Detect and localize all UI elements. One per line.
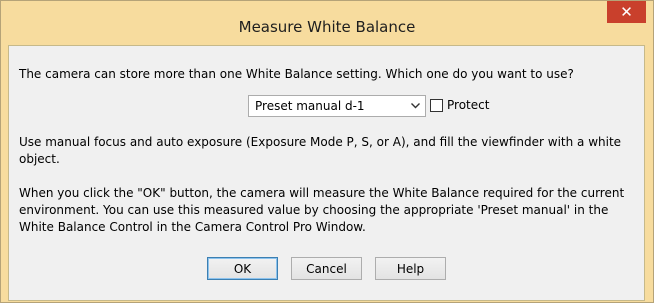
- measure-instructions: When you click the "OK" button, the came…: [19, 186, 625, 234]
- close-icon: ✕: [620, 3, 633, 21]
- protect-label: Protect: [447, 98, 490, 112]
- button-row: OK Cancel Help: [9, 257, 644, 281]
- focus-instructions: Use manual focus and auto exposure (Expo…: [19, 135, 622, 166]
- question-text: The camera can store more than one White…: [19, 67, 574, 81]
- ok-button[interactable]: OK: [207, 257, 278, 280]
- protect-checkbox[interactable]: Protect: [430, 98, 489, 112]
- preset-select-value: Preset manual d-1: [255, 99, 365, 113]
- title-bar[interactable]: Measure White Balance ✕: [1, 1, 653, 45]
- preset-select[interactable]: Preset manual d-1: [248, 95, 426, 117]
- preset-row: Preset manual d-1 Protect: [9, 95, 644, 119]
- dialog-title: Measure White Balance: [238, 18, 416, 36]
- dialog-window: Measure White Balance ✕ The camera can s…: [0, 0, 654, 303]
- chevron-down-icon: [405, 101, 425, 112]
- dialog-body: The camera can store more than one White…: [8, 45, 645, 301]
- close-button[interactable]: ✕: [607, 1, 646, 23]
- help-button[interactable]: Help: [375, 257, 446, 280]
- protect-checkbox-box[interactable]: [430, 98, 443, 112]
- cancel-button[interactable]: Cancel: [291, 257, 362, 280]
